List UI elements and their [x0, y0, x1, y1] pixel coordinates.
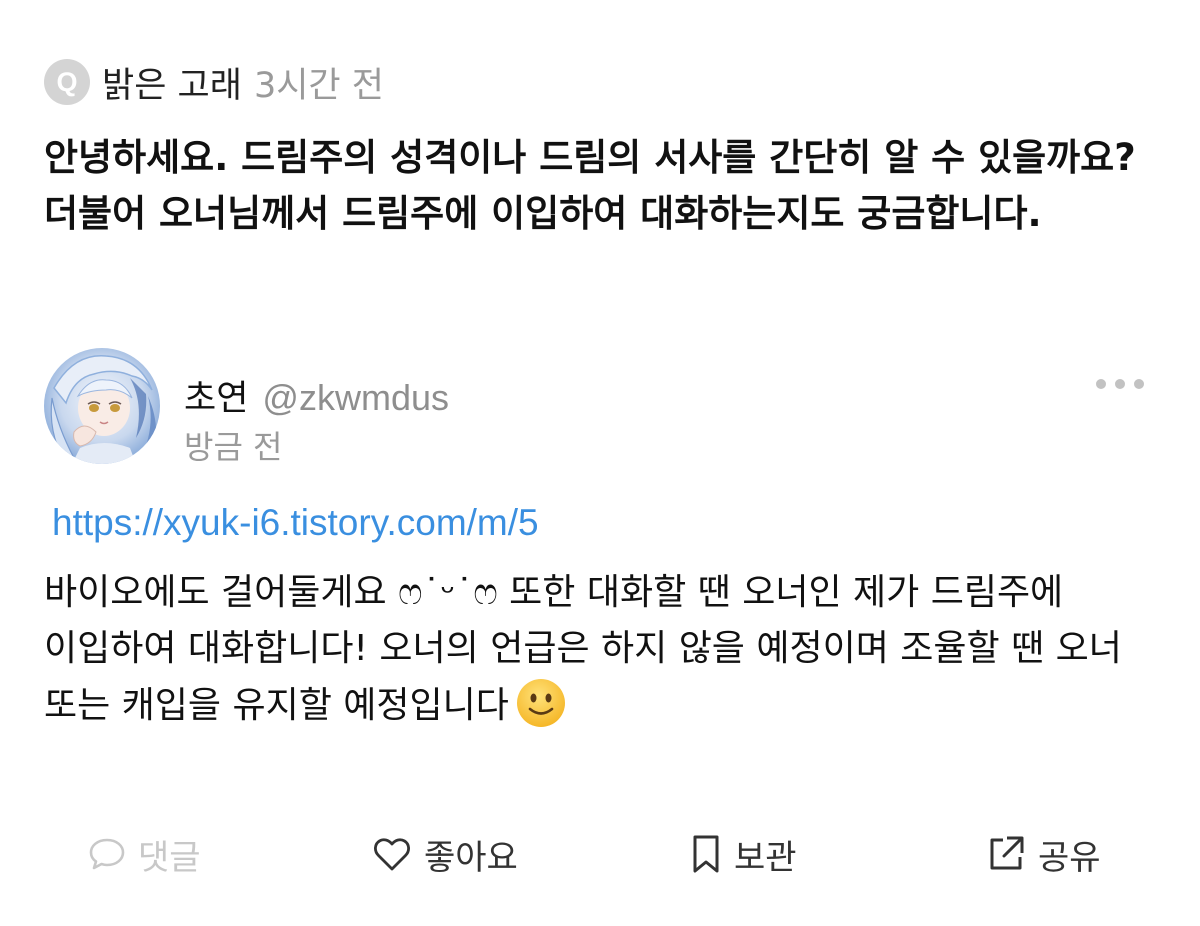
- share-label: 공유: [1038, 837, 1101, 878]
- save-label: 보관: [734, 837, 797, 878]
- question-text: 안녕하세요. 드림주의 성격이나 드림의 서사를 간단히 알 수 있을까요? 더…: [44, 136, 1136, 235]
- answerer-handle[interactable]: @zkwmdus: [262, 377, 449, 419]
- answerer-name[interactable]: 초연: [184, 370, 248, 421]
- avatar[interactable]: [44, 348, 160, 464]
- answer-link[interactable]: https://xyuk-i6.tistory.com/m/5: [52, 502, 539, 544]
- save-button[interactable]: 보관: [690, 826, 797, 882]
- more-dot: [1096, 379, 1106, 389]
- heart-icon: [374, 838, 410, 871]
- answer-body: 바이오에도 걸어둘게요 ෆ˙ᵕ˙ෆ 또한 대화할 땐 오너인 제가 드림주에 이…: [44, 572, 1122, 726]
- answer-text: 바이오에도 걸어둘게요 ෆ˙ᵕ˙ෆ 또한 대화할 땐 오너인 제가 드림주에 이…: [44, 565, 1164, 746]
- comment-button[interactable]: 댓글: [88, 826, 201, 882]
- question-author[interactable]: 밝은 고래: [102, 57, 242, 108]
- q-badge-icon: Q: [44, 59, 90, 105]
- avatar-image: [44, 348, 160, 464]
- share-icon: [990, 836, 1024, 870]
- more-dot: [1115, 379, 1125, 389]
- slightly-smiling-face-icon: [515, 677, 567, 746]
- answerer-name-row: 초연 @zkwmdus: [184, 370, 449, 421]
- action-bar: 댓글 좋아요 보관 공유: [0, 826, 1200, 882]
- like-label: 좋아요: [424, 837, 518, 878]
- more-dot: [1134, 379, 1144, 389]
- comment-label: 댓글: [138, 837, 201, 878]
- bookmark-icon: [693, 835, 719, 873]
- more-dots-icon[interactable]: [1096, 372, 1144, 396]
- like-button[interactable]: 좋아요: [372, 826, 518, 882]
- question-time: 3시간 전: [253, 65, 384, 106]
- share-button[interactable]: 공유: [986, 826, 1101, 882]
- question-header: Q 밝은 고래 3시간 전: [44, 56, 384, 108]
- answer-time: 방금 전: [184, 428, 283, 466]
- comment-bubble-icon: [89, 838, 125, 870]
